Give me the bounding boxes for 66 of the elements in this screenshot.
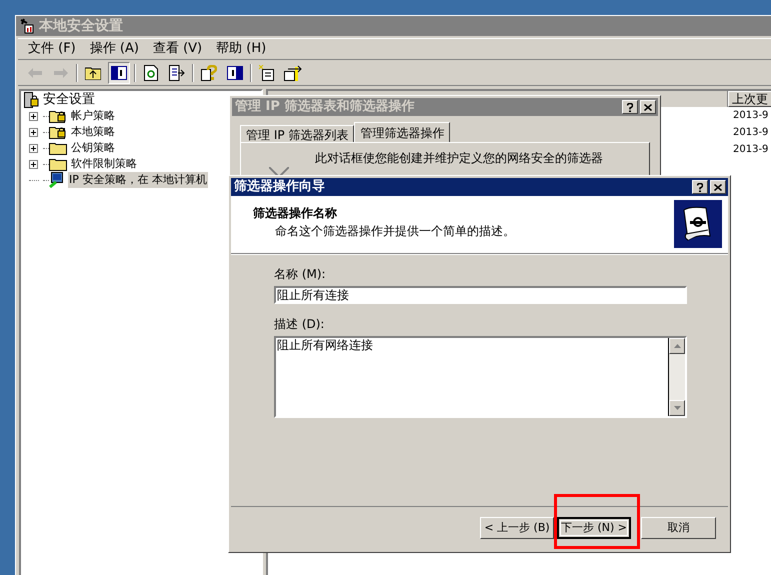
folder-icon xyxy=(49,141,67,155)
toolbar-button[interactable] xyxy=(108,62,130,84)
table-cell-text: 2013-9 xyxy=(733,126,768,140)
dialog-description: 此对话框使您能创建并维护定义您的网络安全的筛选器 xyxy=(315,151,603,165)
plus-icon xyxy=(31,114,36,118)
expander[interactable] xyxy=(29,112,38,120)
close-icon xyxy=(644,104,652,110)
back-arrow-icon xyxy=(28,68,42,78)
tree-pane-icon xyxy=(111,66,127,80)
name-field[interactable]: 阻止所有连接 xyxy=(274,286,687,304)
tree-item[interactable]: 公钥策略 xyxy=(70,140,116,156)
locked-folder-icon xyxy=(49,109,67,123)
expander[interactable] xyxy=(29,128,38,136)
help-icon xyxy=(201,64,217,80)
tree-item[interactable]: 软件限制策略 xyxy=(70,156,138,172)
tree-item[interactable]: 安全设置 xyxy=(43,90,95,110)
folder-icon xyxy=(49,157,67,171)
action-pane-icon xyxy=(227,66,243,80)
question-mark-icon xyxy=(697,182,703,192)
dialog-title: 管理 IP 筛选器表和筛选器操作 xyxy=(235,98,414,116)
field-label: 描述 (D): xyxy=(274,316,326,333)
refresh-icon xyxy=(144,64,158,80)
export-list-icon xyxy=(169,64,185,80)
help-button[interactable] xyxy=(692,180,708,194)
down-arrow-icon xyxy=(674,406,680,410)
tab[interactable]: 管理 IP 筛选器列表 xyxy=(240,125,354,142)
tree-item[interactable]: 本地策略 xyxy=(70,124,116,140)
step-heading: 筛选器操作名称 xyxy=(253,205,338,222)
locked-folder-icon xyxy=(49,125,67,139)
menu-item[interactable]: 操作 (A) xyxy=(90,39,139,59)
plus-icon xyxy=(31,162,36,166)
expander[interactable] xyxy=(29,160,38,168)
question-mark-icon xyxy=(627,102,633,112)
tools-icon xyxy=(19,18,35,34)
close-icon xyxy=(714,184,722,190)
add-item-icon xyxy=(284,64,302,80)
table-cell-text: 2013-9 xyxy=(733,109,768,123)
server-lock-icon xyxy=(23,92,39,108)
menu-item[interactable]: 查看 (V) xyxy=(152,39,202,59)
plus-icon xyxy=(31,146,36,150)
forward-arrow-icon xyxy=(54,68,68,78)
up-arrow-icon xyxy=(674,344,680,348)
wizard-button[interactable]: 下一步 (N) > xyxy=(557,517,631,539)
column-header[interactable]: 上次更 xyxy=(728,91,771,107)
menu-item[interactable]: 帮助 (H) xyxy=(216,39,266,59)
plus-icon xyxy=(31,130,36,134)
folder-up-icon xyxy=(85,66,101,80)
close-button[interactable] xyxy=(710,180,726,194)
close-button[interactable] xyxy=(640,100,656,114)
scroll-icon xyxy=(674,200,722,248)
window-title: 本地安全设置 xyxy=(39,16,123,36)
new-document-icon xyxy=(259,64,275,80)
scrollbar[interactable] xyxy=(669,338,685,416)
field-label: 名称 (M): xyxy=(274,266,327,283)
tab[interactable]: 管理筛选器操作 xyxy=(354,122,450,142)
menu-item[interactable]: 文件 (F) xyxy=(28,39,76,59)
tree-item[interactable]: IP 安全策略，在 本地计算机 xyxy=(68,172,208,188)
wizard-button[interactable]: < 上一步 (B) xyxy=(480,517,554,539)
step-subheading: 命名这个筛选器操作并提供一个简单的描述。 xyxy=(274,223,515,240)
wizard-button[interactable]: 取消 xyxy=(641,517,716,539)
help-button[interactable] xyxy=(622,100,638,114)
computer-shield-icon xyxy=(49,172,65,188)
table-cell-text: 2013-9 xyxy=(733,143,768,157)
tree-item[interactable]: 帐户策略 xyxy=(70,108,116,124)
dialog-title: 筛选器操作向导 xyxy=(234,178,325,196)
expander[interactable] xyxy=(29,144,38,152)
